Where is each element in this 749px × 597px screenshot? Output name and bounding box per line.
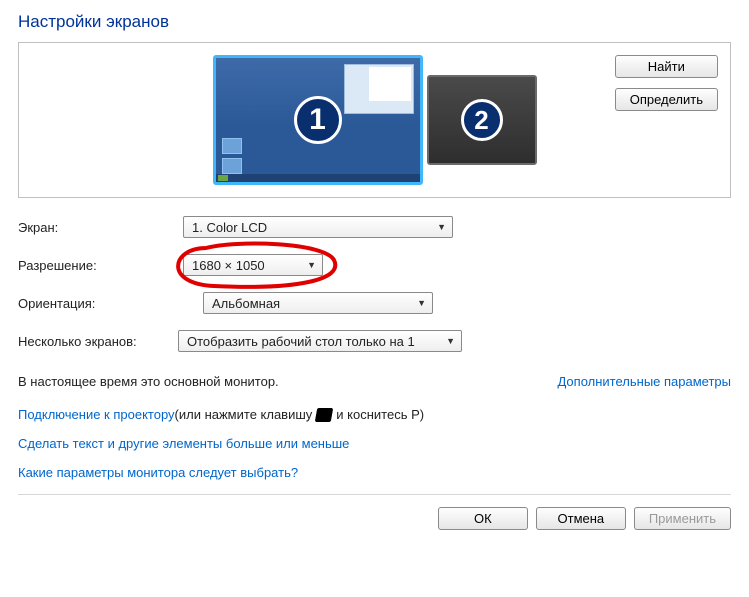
cancel-button[interactable]: Отмена xyxy=(536,507,626,530)
chevron-down-icon: ▼ xyxy=(437,222,446,232)
chevron-down-icon: ▼ xyxy=(417,298,426,308)
help-link[interactable]: Какие параметры монитора следует выбрать… xyxy=(18,465,298,480)
separator xyxy=(18,494,731,495)
projector-hint-b: и коснитесь P) xyxy=(336,407,424,422)
projector-link[interactable]: Подключение к проектору xyxy=(18,407,175,422)
orientation-dropdown[interactable]: Альбомная ▼ xyxy=(203,292,433,314)
primary-monitor-text: В настоящее время это основной монитор. xyxy=(18,374,279,389)
projector-hint-a: (или нажмите клавишу xyxy=(175,407,313,422)
display-label: Экран: xyxy=(18,220,183,235)
find-button[interactable]: Найти xyxy=(615,55,718,78)
apply-button[interactable]: Применить xyxy=(634,507,731,530)
display-preview-panel: 1 2 Найти Определить xyxy=(18,42,731,198)
resolution-value: 1680 × 1050 xyxy=(192,258,265,273)
dpi-link[interactable]: Сделать текст и другие элементы больше и… xyxy=(18,436,349,451)
monitor-1-number: 1 xyxy=(294,96,342,144)
display-value: 1. Color LCD xyxy=(192,220,267,235)
chevron-down-icon: ▼ xyxy=(307,260,316,270)
monitor-2-number: 2 xyxy=(461,99,503,141)
advanced-settings-link[interactable]: Дополнительные параметры xyxy=(557,374,731,389)
chevron-down-icon: ▼ xyxy=(446,336,455,346)
multiple-displays-value: Отобразить рабочий стол только на 1 xyxy=(187,334,415,349)
resolution-dropdown[interactable]: 1680 × 1050 ▼ xyxy=(183,254,323,276)
monitor-2[interactable]: 2 xyxy=(427,75,537,165)
monitor-1[interactable]: 1 xyxy=(213,55,423,185)
windows-key-icon xyxy=(316,408,332,422)
orientation-value: Альбомная xyxy=(212,296,280,311)
display-dropdown[interactable]: 1. Color LCD ▼ xyxy=(183,216,453,238)
resolution-label: Разрешение: xyxy=(18,258,183,273)
ok-button[interactable]: ОК xyxy=(438,507,528,530)
orientation-label: Ориентация: xyxy=(18,296,183,311)
identify-button[interactable]: Определить xyxy=(615,88,718,111)
multiple-displays-label: Несколько экранов: xyxy=(18,334,178,349)
page-title: Настройки экранов xyxy=(18,12,731,32)
multiple-displays-dropdown[interactable]: Отобразить рабочий стол только на 1 ▼ xyxy=(178,330,462,352)
